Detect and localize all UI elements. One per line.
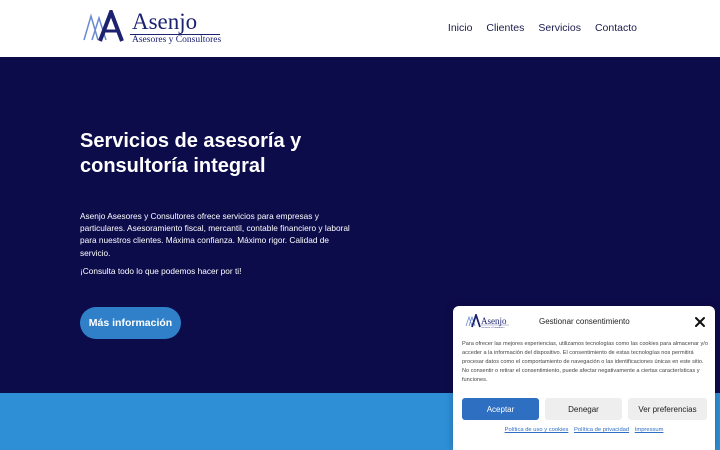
- preferences-button[interactable]: Ver preferencias: [628, 398, 707, 420]
- hero-title: Servicios de asesoría y consultoría inte…: [80, 130, 302, 177]
- consent-text: Para ofrecer las mejores experiencias, u…: [462, 341, 708, 383]
- consent-links: Política de uso y cookies Política de pr…: [453, 427, 715, 433]
- privacy-policy-link[interactable]: Política de privacidad: [574, 427, 629, 433]
- deny-button[interactable]: Denegar: [545, 398, 622, 420]
- more-info-button[interactable]: Más información: [80, 307, 181, 339]
- brand-logo[interactable]: Asenjo Asesores y Consultores: [82, 9, 232, 46]
- cookie-consent-dialog: Asenjo Asesores y Consultores Gestionar …: [453, 306, 715, 450]
- consent-logo-name: Asenjo: [481, 316, 507, 326]
- hero-description: Asenjo Asesores y Consultores ofrece ser…: [80, 211, 350, 258]
- nav-item-clientes[interactable]: Clientes: [486, 22, 524, 34]
- nav-item-inicio[interactable]: Inicio: [448, 22, 473, 34]
- logo-mark-icon: [83, 10, 124, 42]
- brand-name: Asenjo: [132, 9, 198, 34]
- consent-logo-subtitle: Asesores y Consultores: [481, 326, 504, 328]
- close-icon[interactable]: [693, 315, 707, 329]
- nav-item-contacto[interactable]: Contacto: [595, 22, 637, 34]
- impressum-link[interactable]: Impressum: [635, 427, 664, 433]
- brand-subtitle: Asesores y Consultores: [132, 35, 222, 45]
- cookie-policy-link[interactable]: Política de uso y cookies: [505, 427, 569, 433]
- accept-button[interactable]: Aceptar: [462, 398, 539, 420]
- main-nav: Inicio Clientes Servicios Contacto: [448, 22, 637, 34]
- nav-item-servicios[interactable]: Servicios: [538, 22, 581, 34]
- consent-logo: Asenjo Asesores y Consultores: [465, 314, 509, 328]
- hero-cta-text: ¡Consulta todo lo que podemos hacer por …: [80, 266, 242, 276]
- consent-title: Gestionar consentimiento: [539, 317, 630, 326]
- site-header: Asenjo Asesores y Consultores Inicio Cli…: [0, 0, 720, 57]
